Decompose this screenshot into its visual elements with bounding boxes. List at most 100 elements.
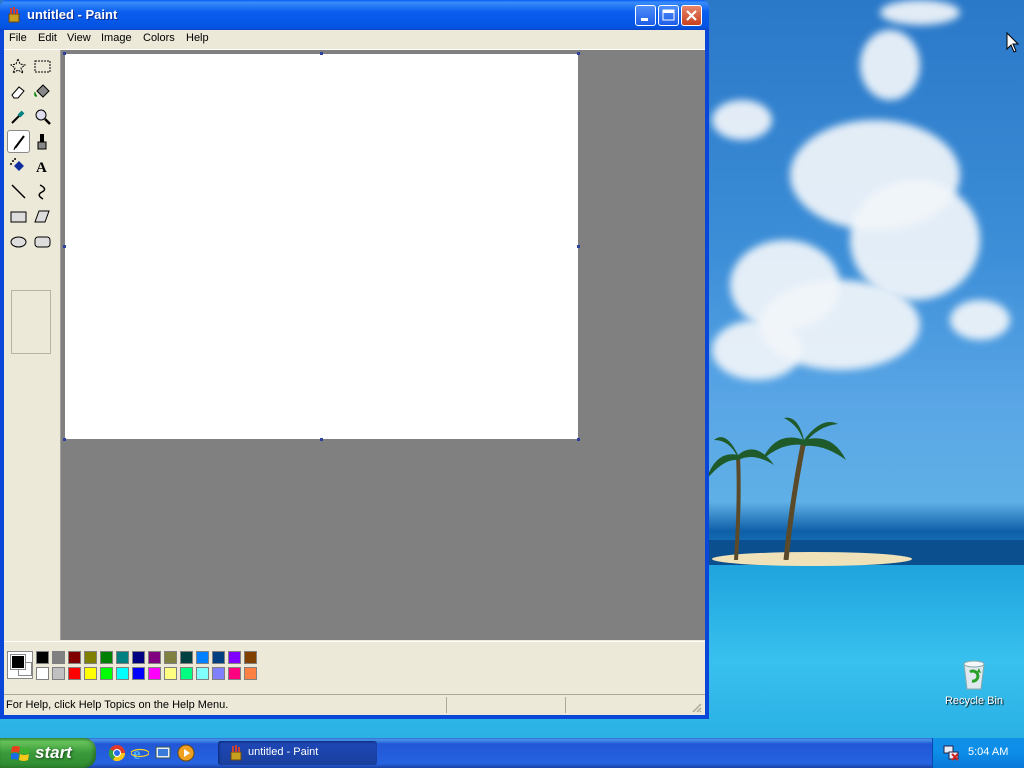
curve-icon	[38, 184, 46, 200]
palette-color-swatch[interactable]	[148, 651, 161, 664]
palette-color-swatch[interactable]	[228, 667, 241, 680]
palette-color-swatch[interactable]	[68, 651, 81, 664]
palette-color-swatch[interactable]	[212, 651, 225, 664]
palette-color-swatch[interactable]	[196, 667, 209, 680]
rounded-rectangle-tool[interactable]	[31, 230, 54, 253]
size-grip-icon[interactable]	[690, 701, 702, 713]
menu-bar: File Edit View Image Colors Help	[4, 30, 705, 50]
internet-explorer-quick-launch-icon[interactable]: e	[131, 744, 149, 762]
clock[interactable]: 5:04 AM	[968, 746, 1008, 758]
canvas-area	[61, 50, 705, 640]
palette-color-swatch[interactable]	[36, 667, 49, 680]
rectangle-select-icon	[34, 60, 51, 73]
palette-color-swatch[interactable]	[228, 651, 241, 664]
palette-color-swatch[interactable]	[244, 651, 257, 664]
tool-options-box[interactable]	[11, 290, 51, 354]
menu-view[interactable]: View	[67, 32, 91, 44]
mouse-cursor-icon	[1006, 32, 1020, 53]
brush-tool[interactable]	[31, 130, 54, 153]
maximize-button[interactable]	[658, 5, 679, 26]
status-bar: For Help, click Help Topics on the Help …	[4, 694, 705, 715]
show-desktop-quick-launch-icon[interactable]	[154, 744, 172, 762]
media-player-quick-launch-icon[interactable]	[177, 744, 195, 762]
palette-color-swatch[interactable]	[116, 651, 129, 664]
close-button[interactable]	[681, 5, 702, 26]
resize-handle-bottom[interactable]	[320, 438, 323, 441]
rectangle-tool[interactable]	[7, 205, 30, 228]
eraser-tool[interactable]	[7, 80, 30, 103]
minimize-button[interactable]	[635, 5, 656, 26]
text-tool[interactable]: A	[31, 155, 54, 178]
pick-color-tool[interactable]	[7, 105, 30, 128]
title-bar[interactable]: untitled - Paint	[0, 0, 709, 30]
ellipse-icon	[10, 236, 27, 248]
status-help-text: For Help, click Help Topics on the Help …	[6, 699, 229, 711]
line-tool[interactable]	[7, 180, 30, 203]
close-icon	[686, 10, 697, 21]
palette-color-swatch[interactable]	[132, 651, 145, 664]
palette-color-swatch[interactable]	[100, 651, 113, 664]
polygon-icon	[34, 210, 50, 223]
palette-color-swatch[interactable]	[116, 667, 129, 680]
text-icon: A	[36, 160, 47, 175]
recycle-bin-desktop-icon[interactable]: Recycle Bin	[940, 656, 1008, 712]
palette-color-swatch[interactable]	[180, 667, 193, 680]
current-colors	[7, 651, 33, 679]
drawing-canvas[interactable]	[65, 54, 578, 439]
toolbox: A	[4, 50, 61, 640]
palette-color-swatch[interactable]	[100, 667, 113, 680]
airbrush-tool[interactable]	[7, 155, 30, 178]
paint-bucket-icon	[34, 84, 50, 98]
fill-with-color-tool[interactable]	[31, 80, 54, 103]
system-tray: 5:04 AM	[932, 738, 1024, 768]
recycle-bin-label: Recycle Bin	[944, 695, 1004, 707]
resize-handle-corner[interactable]	[577, 438, 580, 441]
minimize-icon	[641, 18, 648, 21]
palette-color-swatch[interactable]	[52, 651, 65, 664]
network-warning-icon[interactable]	[942, 744, 960, 762]
start-button[interactable]: start	[0, 738, 96, 768]
palette-color-swatch[interactable]	[132, 667, 145, 680]
chrome-quick-launch-icon[interactable]	[108, 744, 126, 762]
taskbar-button-paint[interactable]: untitled - Paint	[218, 741, 377, 765]
menu-image[interactable]: Image	[101, 32, 132, 44]
palette-color-swatch[interactable]	[68, 667, 81, 680]
resize-handle	[63, 438, 66, 441]
maximize-icon	[662, 9, 675, 21]
palette-color-swatch[interactable]	[180, 651, 193, 664]
palette-color-swatch[interactable]	[52, 667, 65, 680]
paint-app-icon	[8, 7, 20, 23]
window-title: untitled - Paint	[27, 7, 118, 22]
palette-color-swatch[interactable]	[164, 667, 177, 680]
resize-handle-right[interactable]	[577, 245, 580, 248]
magnifier-tool[interactable]	[31, 105, 54, 128]
svg-text:e: e	[133, 744, 141, 762]
pencil-icon	[13, 135, 25, 151]
rounded-rectangle-icon	[34, 236, 51, 248]
taskbar-button-label: untitled - Paint	[248, 746, 319, 758]
airbrush-icon	[10, 158, 24, 171]
ellipse-tool[interactable]	[7, 230, 30, 253]
curve-tool[interactable]	[31, 180, 54, 203]
palette-color-swatch[interactable]	[36, 651, 49, 664]
palette-color-swatch[interactable]	[164, 651, 177, 664]
free-form-select-tool[interactable]	[7, 55, 30, 78]
palette-color-swatch[interactable]	[244, 667, 257, 680]
palette-color-swatch[interactable]	[84, 651, 97, 664]
menu-colors[interactable]: Colors	[143, 32, 175, 44]
pencil-tool[interactable]	[7, 130, 30, 153]
select-tool[interactable]	[31, 55, 54, 78]
palette-color-swatch[interactable]	[212, 667, 225, 680]
svg-text:A: A	[36, 160, 47, 175]
menu-edit[interactable]: Edit	[38, 32, 57, 44]
paint-window: untitled - Paint File Edit View Image Co…	[0, 0, 709, 719]
polygon-tool[interactable]	[31, 205, 54, 228]
resize-handle	[63, 52, 66, 55]
palette-color-swatch[interactable]	[196, 651, 209, 664]
menu-file[interactable]: File	[9, 32, 27, 44]
palette-color-swatch[interactable]	[84, 667, 97, 680]
menu-help[interactable]: Help	[186, 32, 209, 44]
line-icon	[11, 184, 26, 199]
palette-color-swatch[interactable]	[148, 667, 161, 680]
color-box	[4, 641, 705, 692]
